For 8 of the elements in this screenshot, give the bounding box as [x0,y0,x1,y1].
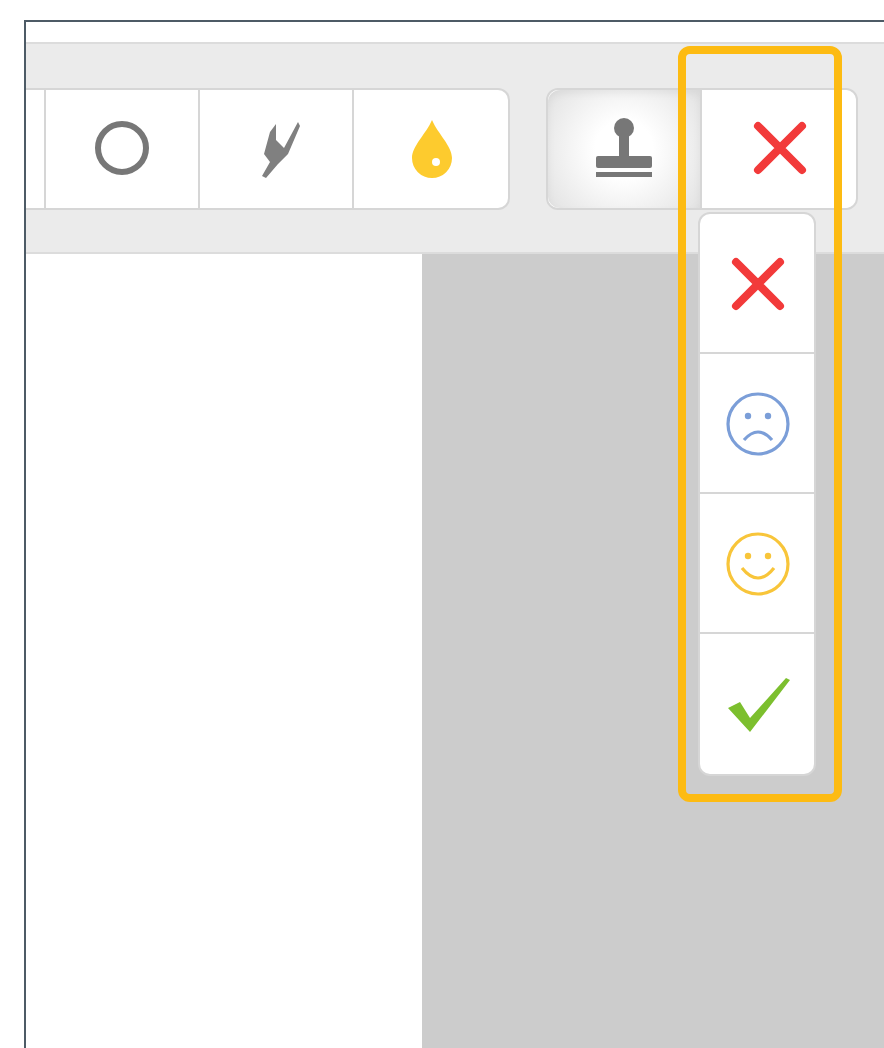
check-icon [723,674,791,734]
cross-icon [729,255,785,311]
smiley-icon [723,529,791,597]
stamp-tool-button[interactable] [548,89,702,207]
sad-face-icon [723,389,791,457]
cross-icon [751,120,807,176]
stamp-icon [590,116,658,180]
circle-icon [92,118,152,178]
